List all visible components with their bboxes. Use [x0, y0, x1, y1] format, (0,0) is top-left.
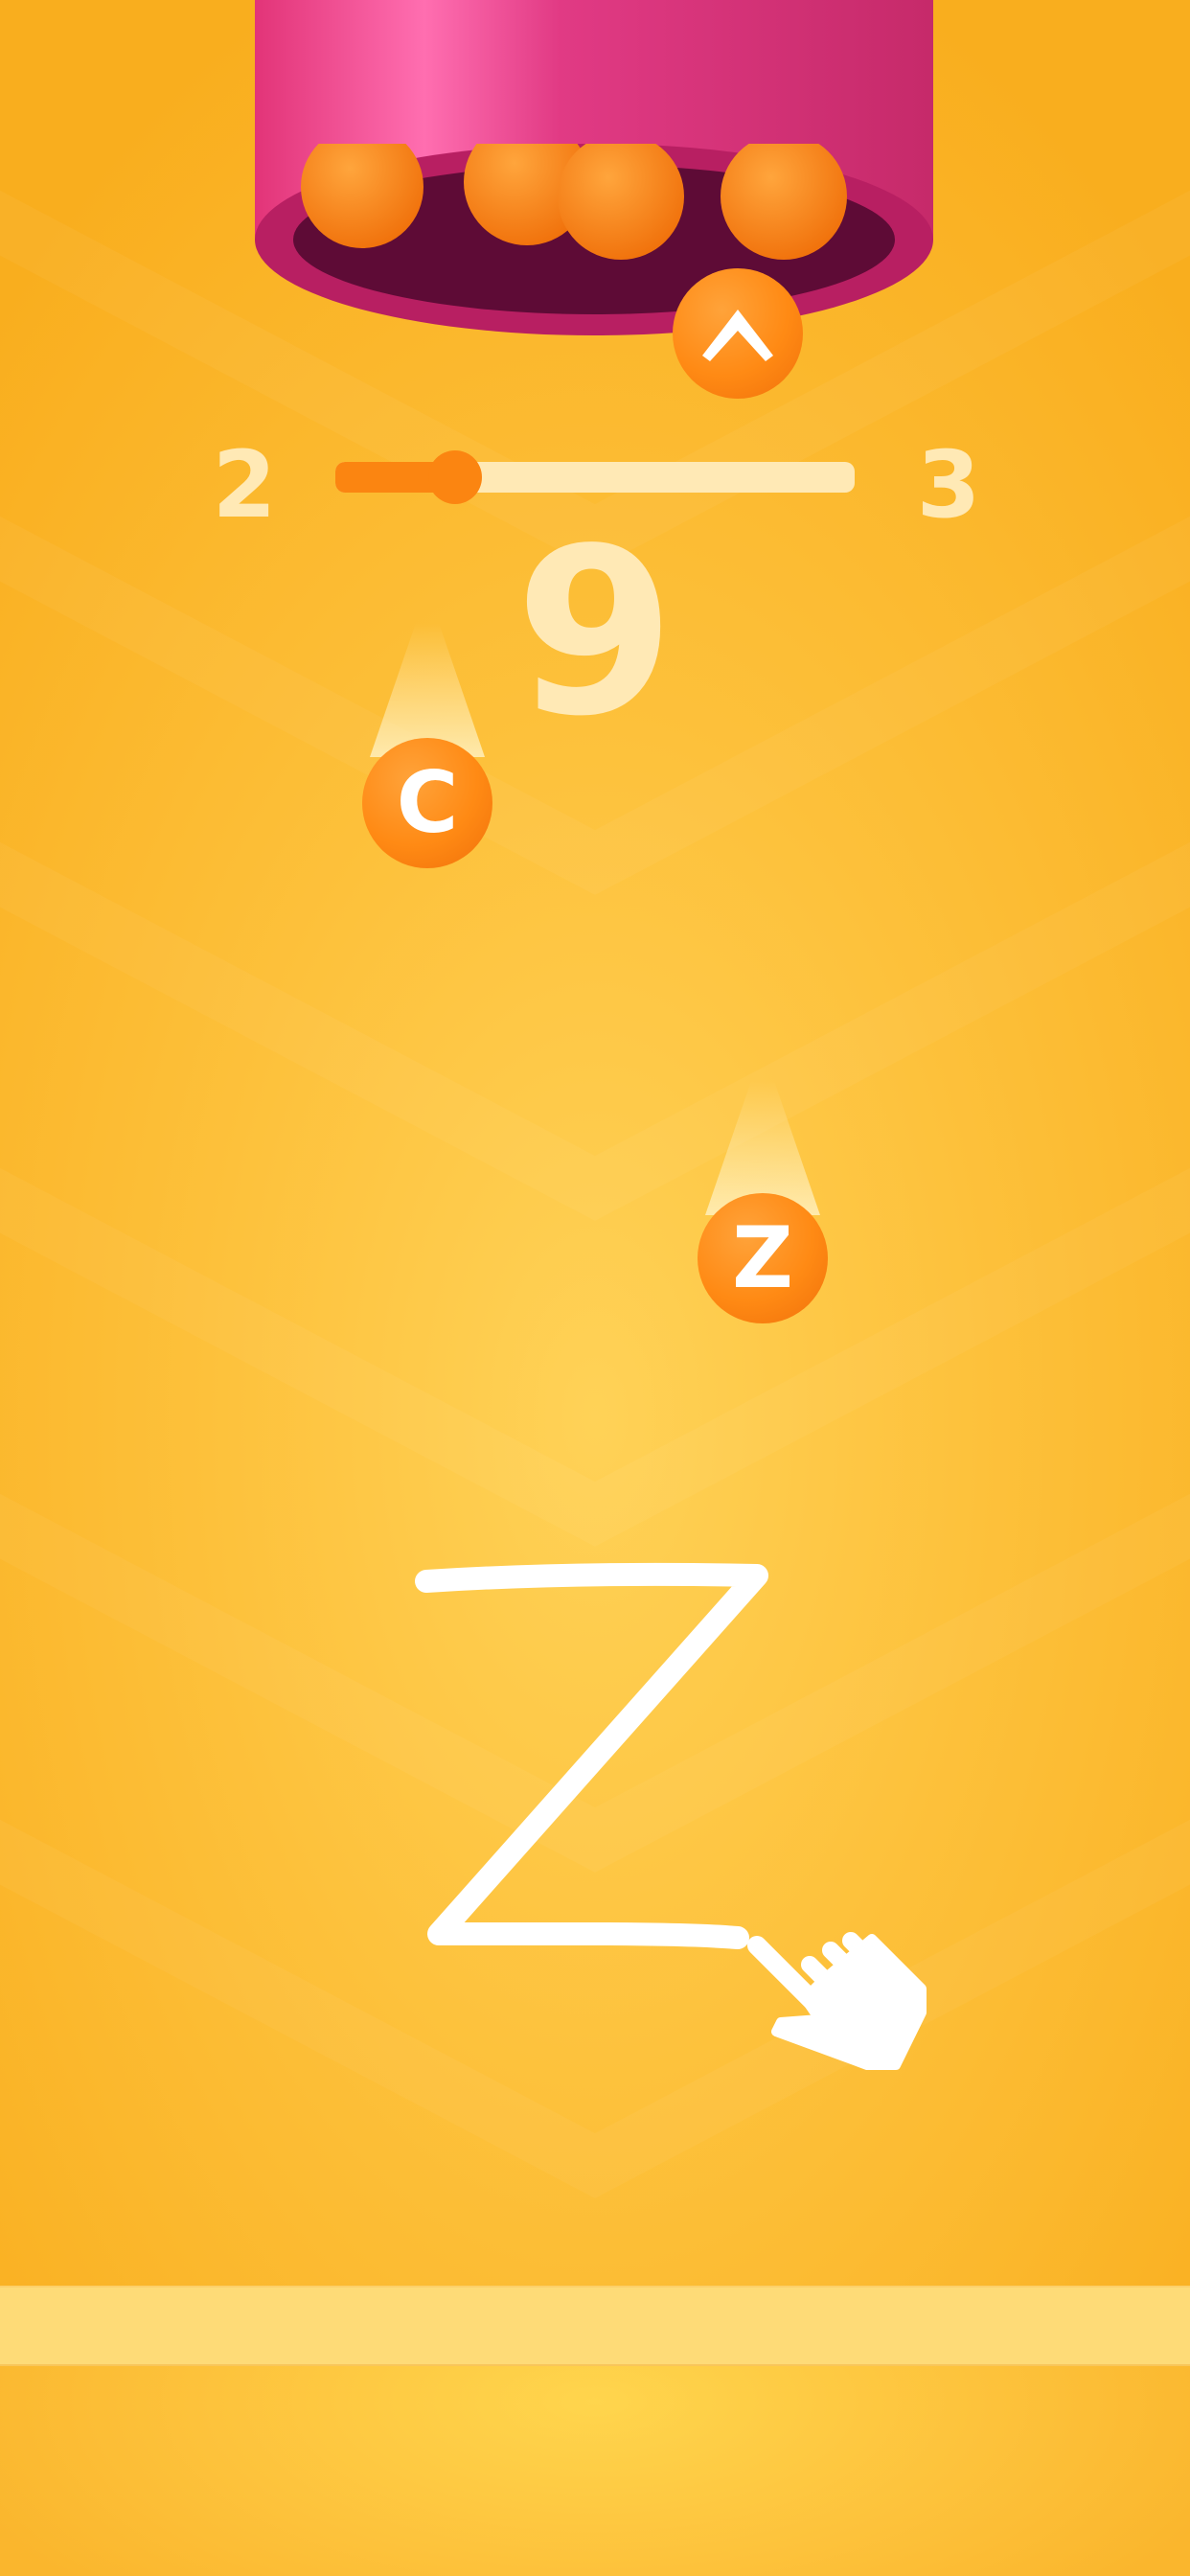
ball-dropper-tube	[255, 0, 933, 335]
next-level-label: 3	[916, 431, 981, 539]
level-progress-knob	[427, 450, 482, 504]
pointing-hand-icon	[747, 1932, 927, 2070]
level-progress-bar	[335, 450, 855, 504]
queued-ball	[721, 144, 847, 260]
falling-ball-z[interactable]: Z	[698, 1193, 828, 1323]
ball-glyph: C	[396, 753, 459, 852]
queued-ball	[301, 144, 423, 248]
caret-up-icon	[702, 310, 773, 361]
falling-ball-c[interactable]: C	[362, 738, 492, 868]
ball-glyph: Z	[732, 1208, 793, 1307]
current-level-label: 2	[212, 431, 277, 539]
floor-band	[0, 2286, 1190, 2366]
floor	[0, 2286, 1190, 2576]
tutorial-gesture-stroke	[415, 1562, 768, 1949]
dropper-ball	[673, 268, 803, 399]
game-scene[interactable]: 2 3 9 C Z	[0, 0, 1190, 2576]
queued-ball	[558, 144, 684, 260]
